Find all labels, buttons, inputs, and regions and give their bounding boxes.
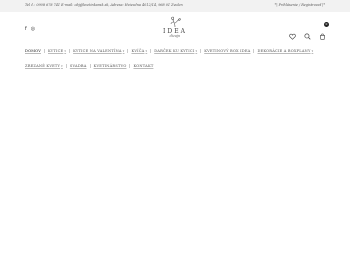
search-icon[interactable] xyxy=(304,25,311,40)
flower-logo-icon xyxy=(170,16,181,28)
login-link[interactable]: Prihlásenie xyxy=(279,3,298,7)
instagram-icon[interactable]: ◎ xyxy=(31,27,35,32)
contact-info: Tel č.: 0908 678 741 E-mail: obj@kvetink… xyxy=(25,3,183,7)
chevron-down-icon: ▾ xyxy=(145,49,148,53)
cart-count-badge: 0 xyxy=(324,22,329,27)
chevron-down-icon: ▾ xyxy=(64,49,67,53)
nav-item-kontakt[interactable]: KONTAKT xyxy=(129,64,156,68)
nav-item-darcek-ku-kytici[interactable]: DARČEK KU KYTICI▾ xyxy=(150,49,200,53)
cart-icon[interactable]: 0 xyxy=(319,22,329,40)
nav-item-kvica[interactable]: KVÍČA▾ xyxy=(127,49,150,53)
nav-item-dekoracie[interactable]: DEKORÁCIE A BOXPLANY▾ xyxy=(253,49,316,53)
nav-item-kytice-na-valentina[interactable]: KYTICE NA VALENTÍNA▾ xyxy=(69,49,127,53)
wishlist-icon[interactable] xyxy=(289,25,296,40)
chevron-down-icon: ▾ xyxy=(61,64,63,68)
site-logo[interactable]: IDEA dizajn xyxy=(158,16,192,46)
nav-item-zrezane-kvety[interactable]: ZREZANÉ KVETY▾ xyxy=(25,64,66,68)
chevron-down-icon: ▾ xyxy=(195,49,198,53)
account-links: *| Prihlásenie / Registrovať |* xyxy=(274,3,325,7)
nav-item-svadba[interactable]: SVADBA xyxy=(65,64,90,68)
chevron-down-icon: ▾ xyxy=(122,49,125,53)
nav-item-kvetinarstvo[interactable]: KVETINÁRSTVO xyxy=(89,64,130,68)
facebook-icon[interactable]: f xyxy=(25,27,27,32)
main-nav-row-1: DOMOV KYTICE▾ KYTICE NA VALENTÍNA▾ KVÍČA… xyxy=(25,49,325,53)
main-nav-row-2: ZREZANÉ KVETY▾ SVADBA KVETINÁRSTVO KONTA… xyxy=(25,64,325,68)
nav-item-kytice[interactable]: KYTICE▾ xyxy=(44,49,69,53)
chevron-down-icon: ▾ xyxy=(311,49,314,53)
register-link[interactable]: Registrovať xyxy=(301,3,321,7)
nav-item-kvetinovy-box[interactable]: KVETINOVÝ BOX IDEA xyxy=(200,49,253,53)
nav-item-domov[interactable]: DOMOV xyxy=(25,49,44,53)
header-icons: 0 xyxy=(289,22,329,40)
social-links: f ◎ xyxy=(25,27,35,32)
top-bar: Tel č.: 0908 678 741 E-mail: obj@kvetink… xyxy=(0,0,350,12)
